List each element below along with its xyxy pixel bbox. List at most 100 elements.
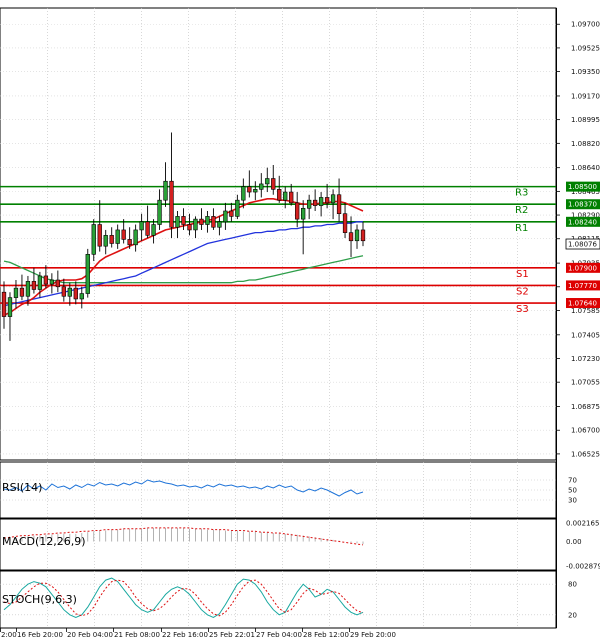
rsi-label: RSI(14) bbox=[2, 481, 42, 494]
candle-down bbox=[271, 178, 276, 190]
candle-up bbox=[259, 183, 264, 190]
candle-up bbox=[85, 253, 90, 294]
panel-rsi bbox=[0, 461, 557, 519]
level-price-tag-text: 1.08240 bbox=[568, 218, 597, 226]
candle-up bbox=[265, 178, 270, 185]
candle-up bbox=[318, 197, 324, 206]
candle-up bbox=[133, 229, 138, 246]
candle-down bbox=[199, 218, 204, 225]
price-tick-label: 1.06700 bbox=[571, 427, 600, 435]
level-price-tag-text: 1.08370 bbox=[568, 201, 597, 209]
price-tick-label: 1.09350 bbox=[571, 68, 600, 76]
price-tick-label: 1.08995 bbox=[571, 116, 600, 124]
candle-down bbox=[247, 186, 252, 193]
candle-down bbox=[211, 216, 216, 228]
candle-up bbox=[115, 229, 120, 244]
candle-down bbox=[312, 199, 318, 206]
macd-label: MACD(12,26,9) bbox=[2, 535, 86, 548]
candle-down bbox=[289, 191, 294, 204]
time-tick-label: 27 Feb 04:00 bbox=[256, 631, 302, 639]
stoch-tick-label: 80 bbox=[568, 581, 577, 589]
time-tick-label: 29 Feb 20:00 bbox=[350, 631, 396, 639]
candle-down bbox=[73, 287, 78, 300]
candle-down bbox=[342, 213, 348, 233]
time-tick-label: 22 Feb 16:00 bbox=[162, 631, 208, 639]
candle-down bbox=[97, 224, 102, 247]
price-tick-label: 1.09525 bbox=[571, 44, 600, 52]
candle-up bbox=[175, 216, 180, 228]
candle-up bbox=[330, 194, 336, 204]
candle-down bbox=[324, 197, 330, 204]
time-tick-label: 2:00 bbox=[1, 631, 17, 639]
candle-down bbox=[61, 286, 66, 297]
candle-down bbox=[348, 232, 354, 242]
candle-up bbox=[91, 224, 96, 255]
candle-up bbox=[157, 199, 162, 225]
candle-up bbox=[7, 297, 13, 317]
candle-up bbox=[139, 221, 144, 231]
candle-up bbox=[241, 186, 246, 201]
candle-up bbox=[103, 235, 108, 247]
candle-up bbox=[37, 275, 43, 290]
rsi-tick-label: 50 bbox=[568, 487, 577, 495]
macd-tick-label: 0.00 bbox=[566, 538, 582, 546]
panel-main bbox=[0, 7, 557, 461]
price-tick-label: 1.08640 bbox=[571, 164, 600, 172]
candle-up bbox=[163, 180, 168, 201]
candle-up bbox=[235, 199, 240, 217]
panel-stoch bbox=[0, 570, 557, 629]
candle-down bbox=[336, 194, 342, 215]
price-tick-label: 1.07585 bbox=[571, 307, 600, 315]
level-price-tag-text: 1.07770 bbox=[568, 282, 597, 290]
candle-down bbox=[181, 216, 186, 225]
candle-down bbox=[187, 224, 192, 231]
candle-down bbox=[229, 210, 234, 217]
time-tick-label: 25 Feb 22:01 bbox=[209, 631, 255, 639]
candle-down bbox=[295, 202, 300, 220]
candle-up bbox=[193, 218, 198, 231]
level-label-r3: R3 bbox=[515, 188, 528, 199]
level-label-r1: R1 bbox=[515, 223, 528, 234]
macd-tick-label: -0.002879 bbox=[566, 562, 600, 570]
candle-up bbox=[25, 281, 31, 297]
price-tick-label: 1.07055 bbox=[571, 379, 600, 387]
stoch-tick-label: 20 bbox=[568, 611, 577, 619]
candle-down bbox=[55, 279, 61, 288]
candle-up bbox=[253, 189, 258, 193]
price-tick-label: 1.09700 bbox=[571, 21, 600, 29]
price-tick-label: 1.07405 bbox=[571, 331, 600, 339]
candle-down bbox=[43, 275, 49, 285]
candle-up bbox=[151, 224, 156, 236]
rsi-tick-label: 70 bbox=[568, 477, 577, 485]
candle-down bbox=[127, 239, 132, 246]
level-label-s3: S3 bbox=[516, 304, 529, 315]
candle-down bbox=[145, 221, 150, 236]
level-price-tag-text: 1.08500 bbox=[568, 183, 597, 191]
price-tick-label: 1.09170 bbox=[571, 92, 600, 100]
candle-down bbox=[1, 291, 7, 317]
price-tick-label: 1.06875 bbox=[571, 403, 600, 411]
candle-up bbox=[306, 199, 312, 209]
time-tick-label: 28 Feb 12:00 bbox=[303, 631, 349, 639]
level-label-s1: S1 bbox=[516, 269, 529, 280]
chart-window[interactable]: R3 R2 R1 S1 S2 S3 RSI(14) MACD(12,26,9) STOCH(9… bbox=[0, 0, 600, 640]
candle-up bbox=[13, 287, 19, 298]
macd-tick-label: 0.002165 bbox=[566, 520, 599, 528]
candle-down bbox=[121, 229, 126, 240]
price-tick-label: 1.07230 bbox=[571, 355, 600, 363]
time-tick-label: 16 Feb 20:00 bbox=[17, 631, 63, 639]
price-tick-label: 1.08820 bbox=[571, 140, 600, 148]
candle-up bbox=[354, 229, 360, 242]
candle-down bbox=[109, 235, 114, 244]
time-tick-label: 21 Feb 08:00 bbox=[114, 631, 160, 639]
candle-down bbox=[19, 287, 25, 297]
candle-up bbox=[217, 221, 222, 228]
level-price-tag-text: 1.07900 bbox=[568, 264, 597, 272]
candle-up bbox=[49, 279, 55, 285]
time-tick-label: 20 Feb 04:00 bbox=[67, 631, 113, 639]
rsi-tick-label: 30 bbox=[568, 497, 577, 505]
candle-down bbox=[31, 281, 37, 290]
candle-down bbox=[360, 229, 366, 242]
level-price-tag-text: 1.07640 bbox=[568, 300, 597, 308]
level-label-s2: S2 bbox=[516, 286, 529, 297]
